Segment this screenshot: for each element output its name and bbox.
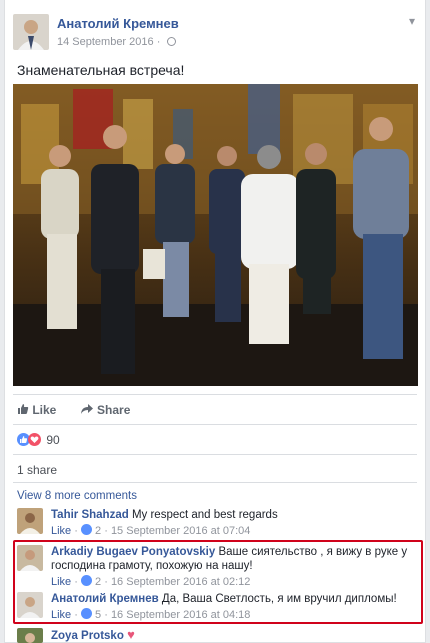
comment: Zoya Protsko ♥	[17, 628, 417, 643]
share-label: Share	[97, 403, 131, 418]
view-more-comments[interactable]: View 8 more comments	[17, 490, 137, 502]
comment-text: My respect and best regards	[131, 509, 278, 521]
comment-like-count: 2	[95, 576, 102, 588]
comment-author[interactable]: Zoya Protsko	[51, 630, 124, 642]
chevron-down-icon[interactable]: ▾	[409, 14, 415, 28]
comment-like-link[interactable]: Like	[51, 576, 71, 588]
comment-time[interactable]: 15 September 2016 at 07:04	[111, 525, 250, 537]
divider	[13, 424, 417, 425]
commenter-avatar[interactable]	[17, 592, 43, 618]
divider	[13, 394, 417, 395]
comment-like-link[interactable]: Like	[51, 609, 71, 621]
post-author[interactable]: Анатолий Кремнев	[57, 16, 179, 31]
comment-like-count: 5	[95, 609, 102, 621]
comment-body: Zoya Protsko ♥	[51, 628, 413, 643]
like-icon	[80, 575, 92, 586]
comment-time[interactable]: 16 September 2016 at 04:18	[111, 609, 250, 621]
comment-author[interactable]: Tahir Shahzad	[51, 509, 129, 521]
comment: Анатолий Кремнев Да, Ваша Светлость, я и…	[17, 592, 417, 622]
post-meta: 14 September 2016 ·	[57, 36, 177, 48]
like-icon	[80, 608, 92, 619]
post-actions: Like Share	[17, 402, 415, 420]
post-photo[interactable]	[13, 84, 418, 386]
comment-text: Да, Ваша Светлость, я им вручил дипломы!	[161, 593, 397, 605]
comment-footer: Like · 2 · 15 September 2016 at 07:04	[51, 524, 251, 537]
divider	[13, 454, 417, 455]
share-button[interactable]: Share	[80, 402, 131, 418]
post-date[interactable]: 14 September 2016	[57, 36, 154, 48]
reactions-summary[interactable]: 90	[17, 432, 60, 448]
post-text: Знаменательная встреча!	[17, 62, 185, 78]
like-label: Like	[32, 403, 57, 418]
comment-like-link[interactable]: Like	[51, 525, 71, 537]
comment: Arkadiy Bugaev Ponyatovskiy Ваше сиятель…	[17, 545, 417, 588]
comment-footer: Like · 5 · 16 September 2016 at 04:18	[51, 608, 251, 621]
post-header: Анатолий Кремнев 14 September 2016 · ▾	[13, 14, 417, 54]
author-avatar[interactable]	[13, 14, 49, 50]
comment-body: Arkadiy Bugaev Ponyatovskiy Ваше сиятель…	[51, 545, 413, 589]
commenter-avatar[interactable]	[17, 545, 43, 571]
comment-time[interactable]: 16 September 2016 at 02:12	[111, 576, 250, 588]
share-icon	[80, 404, 93, 415]
like-icon	[80, 524, 92, 535]
comment-author[interactable]: Arkadiy Bugaev Ponyatovskiy	[51, 546, 215, 558]
globe-icon	[167, 37, 177, 46]
comment-author[interactable]: Анатолий Кремнев	[51, 593, 159, 605]
like-button[interactable]: Like	[17, 402, 56, 417]
share-count[interactable]: 1 share	[17, 463, 57, 477]
comment-body: Tahir Shahzad My respect and best regard…	[51, 508, 413, 538]
commenter-avatar[interactable]	[17, 628, 43, 643]
post-card: Анатолий Кремнев 14 September 2016 · ▾ З…	[4, 0, 426, 643]
reaction-count: 90	[46, 432, 60, 447]
divider	[13, 482, 417, 483]
comment-like-count: 2	[95, 525, 102, 537]
love-icon	[28, 433, 41, 447]
commenter-avatar[interactable]	[17, 508, 43, 534]
comment: Tahir Shahzad My respect and best regard…	[17, 508, 417, 538]
heart-icon: ♥	[127, 627, 135, 642]
thumbs-up-icon	[18, 404, 29, 415]
comment-footer: Like · 2 · 16 September 2016 at 02:12	[51, 575, 251, 588]
comment-body: Анатолий Кремнев Да, Ваша Светлость, я и…	[51, 592, 413, 622]
